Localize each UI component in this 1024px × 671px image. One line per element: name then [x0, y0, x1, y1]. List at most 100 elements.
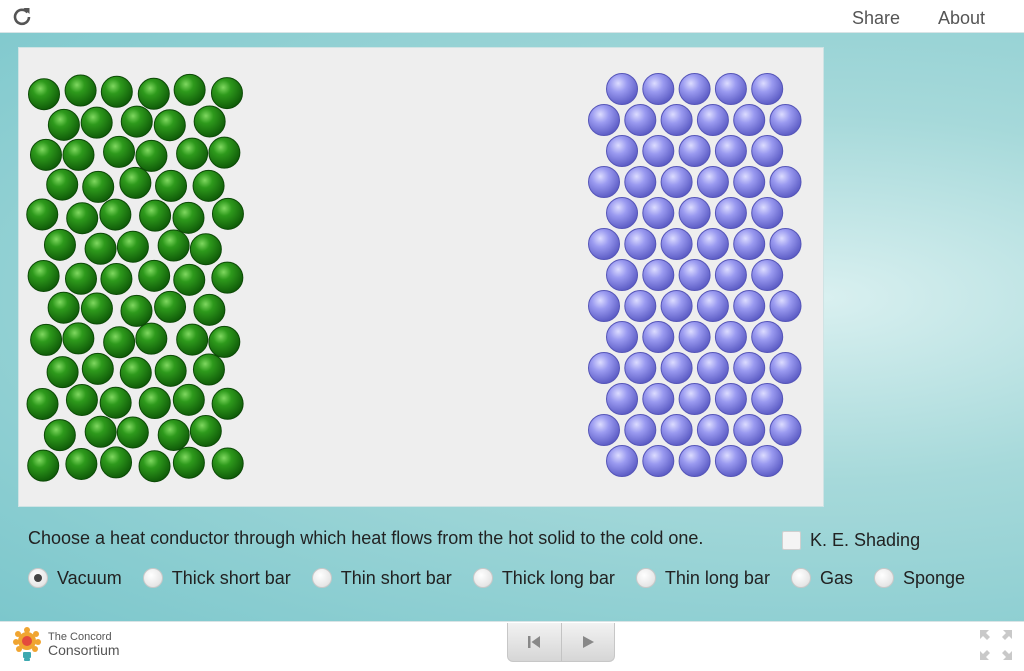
atom	[588, 228, 620, 260]
atom	[47, 291, 80, 324]
atom	[26, 198, 59, 231]
atom	[642, 135, 675, 167]
atom	[678, 197, 711, 229]
atom	[64, 74, 97, 107]
atom	[588, 166, 620, 198]
concord-logo-icon	[13, 627, 41, 661]
reload-icon[interactable]	[11, 5, 33, 27]
atom	[606, 383, 638, 415]
atom	[588, 352, 620, 384]
radio-button[interactable]	[790, 568, 811, 588]
radio-button[interactable]	[635, 568, 656, 588]
radio-label: Thin short bar	[340, 567, 452, 588]
atom	[696, 352, 729, 384]
atom	[211, 447, 244, 480]
atom	[100, 446, 133, 479]
atom	[751, 321, 784, 353]
fullscreen-button[interactable]	[978, 628, 1014, 662]
share-link[interactable]: Share	[852, 8, 900, 29]
radio-thick-long-bar[interactable]: Thick long bar	[472, 568, 615, 589]
atom	[65, 383, 98, 416]
model-area: Choose a heat conductor through which he…	[0, 33, 1024, 621]
atom	[624, 228, 657, 260]
atom	[82, 170, 115, 203]
atom	[678, 73, 711, 105]
atom	[208, 325, 241, 358]
reset-button[interactable]	[508, 623, 561, 661]
logo-line-2: Consortium	[48, 642, 120, 658]
radio-button[interactable]	[142, 568, 163, 588]
radio-label: Thick short bar	[171, 567, 291, 588]
about-link[interactable]: About	[938, 8, 985, 29]
atom	[139, 199, 172, 232]
simulation-canvas[interactable]	[19, 48, 823, 506]
atom	[137, 77, 170, 110]
radio-label: Thin long bar	[664, 567, 770, 588]
logo-text: The Concord Consortium	[48, 631, 120, 657]
atom	[660, 104, 693, 136]
radio-button[interactable]	[28, 568, 48, 588]
fullscreen-icon	[980, 630, 1012, 660]
atom	[624, 104, 657, 136]
atom	[660, 290, 693, 322]
atom	[624, 290, 657, 322]
atom	[30, 323, 63, 356]
atom	[678, 445, 711, 477]
atom	[103, 326, 136, 359]
playback-controls	[507, 623, 615, 662]
atom	[26, 387, 59, 420]
atom	[211, 387, 244, 420]
atom	[62, 138, 95, 171]
atom	[606, 197, 638, 229]
atom	[678, 383, 711, 415]
ke-shading-checkbox[interactable]: K. E. Shading	[782, 528, 920, 552]
atom	[769, 104, 802, 136]
radio-thin-long-bar[interactable]: Thin long bar	[635, 567, 770, 589]
atom	[642, 383, 675, 415]
atom	[66, 202, 99, 235]
radio-button[interactable]	[311, 568, 332, 588]
atom	[588, 104, 620, 136]
hot-solid	[26, 73, 244, 483]
atom	[751, 445, 784, 477]
radio-thin-short-bar[interactable]: Thin short bar	[311, 567, 452, 589]
radio-thick-short-bar[interactable]: Thick short bar	[142, 567, 291, 589]
radio-gas[interactable]: Gas	[790, 567, 853, 589]
atom	[714, 73, 747, 105]
bottom-bar: The Concord Consortium	[0, 621, 1024, 671]
atom	[588, 414, 620, 446]
atom	[120, 105, 153, 138]
radio-button[interactable]	[472, 568, 493, 588]
atom	[80, 106, 113, 139]
atom	[153, 109, 186, 142]
atom	[733, 104, 766, 136]
radio-label: Vacuum	[57, 567, 122, 588]
step-back-icon	[528, 636, 541, 648]
atom	[154, 290, 187, 323]
atom	[208, 136, 241, 169]
atom	[714, 445, 747, 477]
atom	[84, 415, 117, 448]
atom	[660, 352, 693, 384]
atom	[120, 294, 153, 327]
atom	[606, 445, 638, 477]
atom	[138, 450, 171, 483]
radio-button[interactable]	[873, 568, 894, 588]
atom	[733, 414, 766, 446]
concord-logo[interactable]: The Concord Consortium	[12, 627, 142, 665]
radio-sponge[interactable]: Sponge	[873, 568, 965, 589]
atom	[65, 447, 98, 480]
atom	[211, 197, 244, 230]
atom	[189, 414, 222, 447]
instruction-text: Choose a heat conductor through which he…	[28, 528, 704, 548]
atom	[103, 135, 136, 168]
checkbox-box[interactable]	[782, 530, 801, 550]
atom	[138, 259, 171, 292]
play-button[interactable]	[561, 623, 614, 661]
radio-label: Gas	[819, 567, 853, 588]
atom	[624, 166, 657, 198]
radio-vacuum[interactable]: Vacuum	[28, 568, 122, 589]
top-bar: Share About	[0, 0, 1024, 33]
atom	[193, 105, 226, 138]
atom	[696, 166, 729, 198]
